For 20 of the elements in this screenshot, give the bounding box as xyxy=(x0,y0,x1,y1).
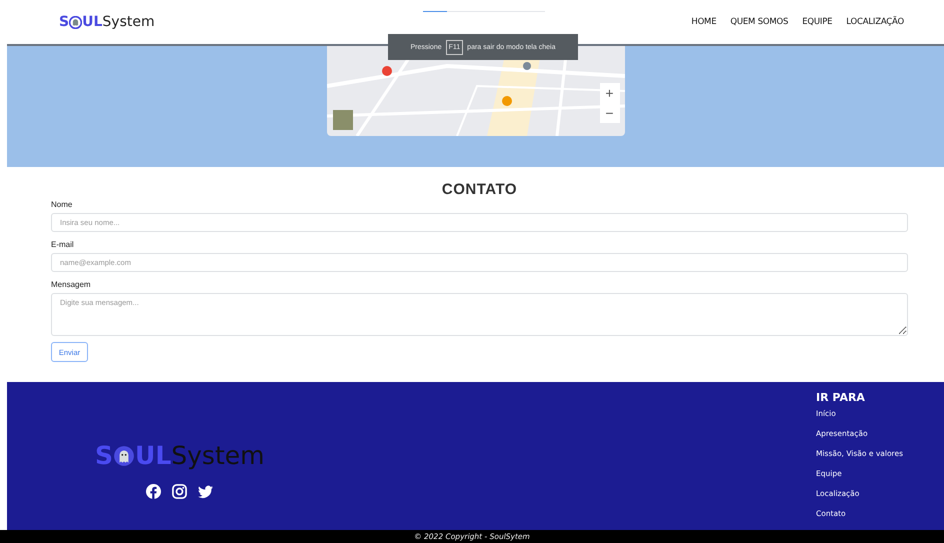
instagram-icon[interactable] xyxy=(172,484,188,499)
facebook-icon[interactable] xyxy=(146,484,162,499)
footer-heading: IR PARA xyxy=(816,391,866,404)
nav-link[interactable]: EQUIPE xyxy=(802,17,832,27)
field-label: E-mail xyxy=(51,240,75,249)
nav-link[interactable]: HOME xyxy=(691,17,716,27)
ghost-icon xyxy=(69,16,82,28)
ghost-icon xyxy=(113,444,136,466)
logo-text: S xyxy=(95,441,114,470)
nav-link[interactable]: QUEM SOMOS xyxy=(730,17,788,27)
section-title: CONTATO xyxy=(440,181,518,198)
twitter-icon[interactable] xyxy=(198,484,214,499)
logo-text: System xyxy=(102,14,155,30)
field-label: Nome xyxy=(51,200,74,209)
logo-text: UL xyxy=(135,441,172,470)
logo-text: S xyxy=(59,14,70,30)
logo-text: System xyxy=(171,441,264,470)
nav-link[interactable]: LOCALIZAÇÃO xyxy=(846,17,904,27)
field-label: Mensagem xyxy=(51,280,92,289)
logo-text: UL xyxy=(82,14,102,30)
